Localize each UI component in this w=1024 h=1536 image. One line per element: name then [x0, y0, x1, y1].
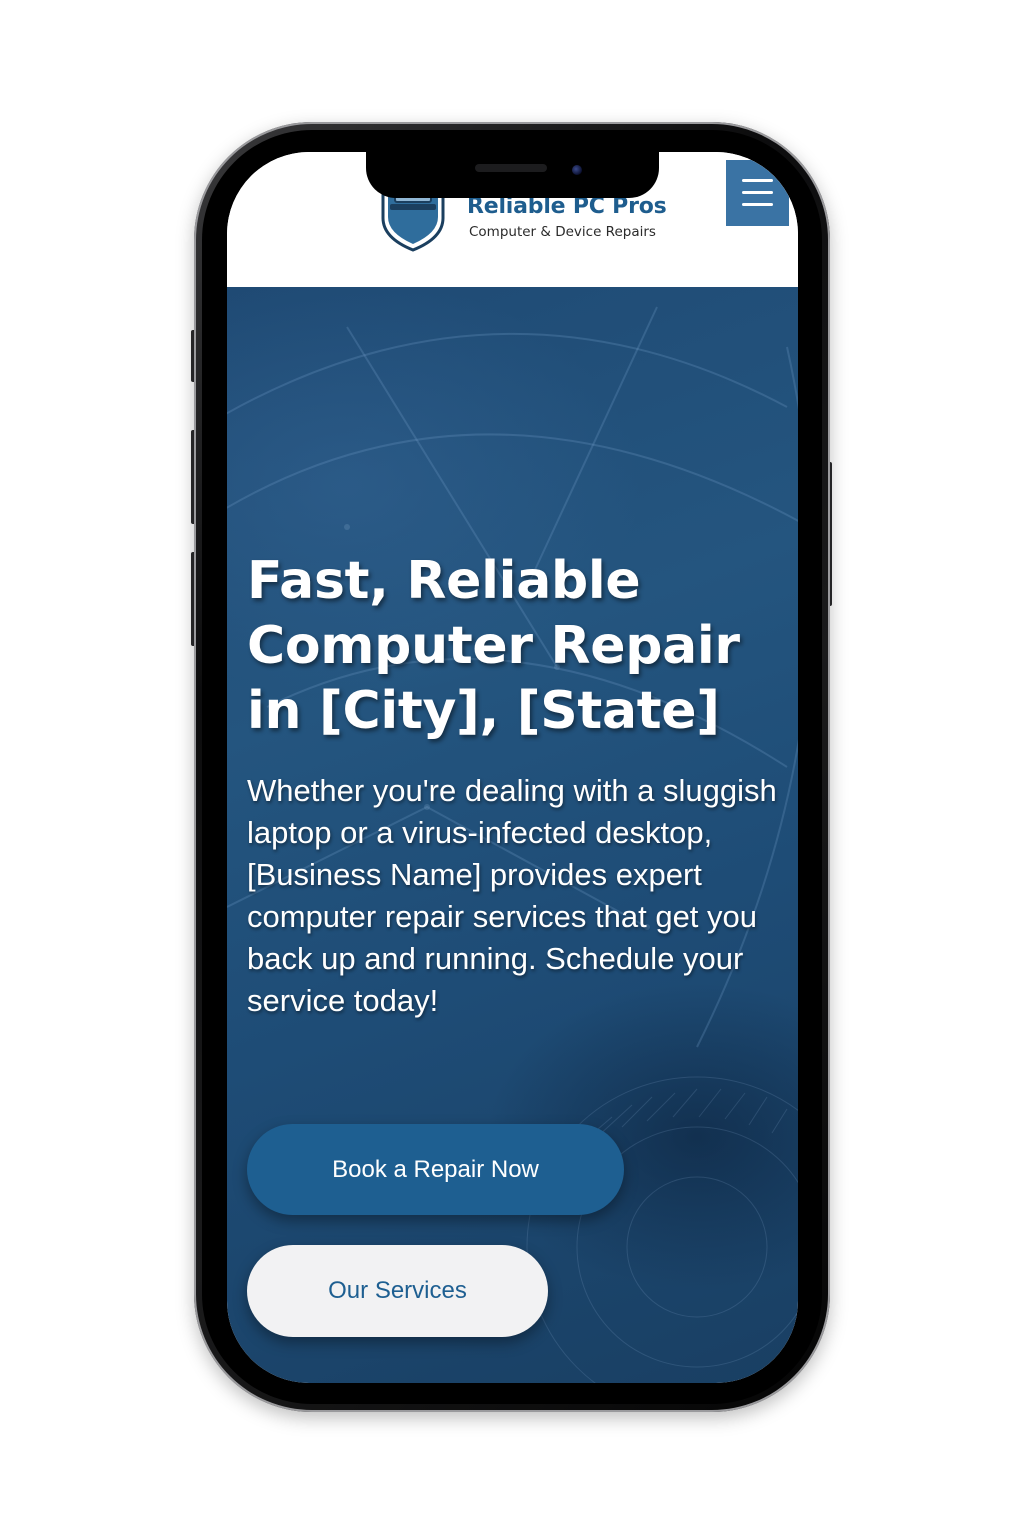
speaker-grille — [475, 164, 547, 172]
brand-tagline: Computer & Device Repairs — [469, 224, 656, 240]
hamburger-menu-icon — [742, 179, 773, 207]
hero-section: Fast, Reliable Computer Repair in [City]… — [227, 287, 798, 1383]
our-services-button[interactable]: Our Services — [247, 1245, 548, 1337]
menu-button[interactable] — [726, 160, 789, 226]
phone-notch — [366, 152, 659, 198]
phone-screen: Reliable PC Pros Computer & Device Repai… — [227, 152, 798, 1383]
hero-description: Whether you're dealing with a sluggish l… — [247, 773, 777, 1018]
book-repair-button[interactable]: Book a Repair Now — [247, 1124, 624, 1215]
hero-title: Fast, Reliable Computer Repair in [City]… — [247, 551, 740, 741]
front-camera-icon — [572, 165, 582, 175]
